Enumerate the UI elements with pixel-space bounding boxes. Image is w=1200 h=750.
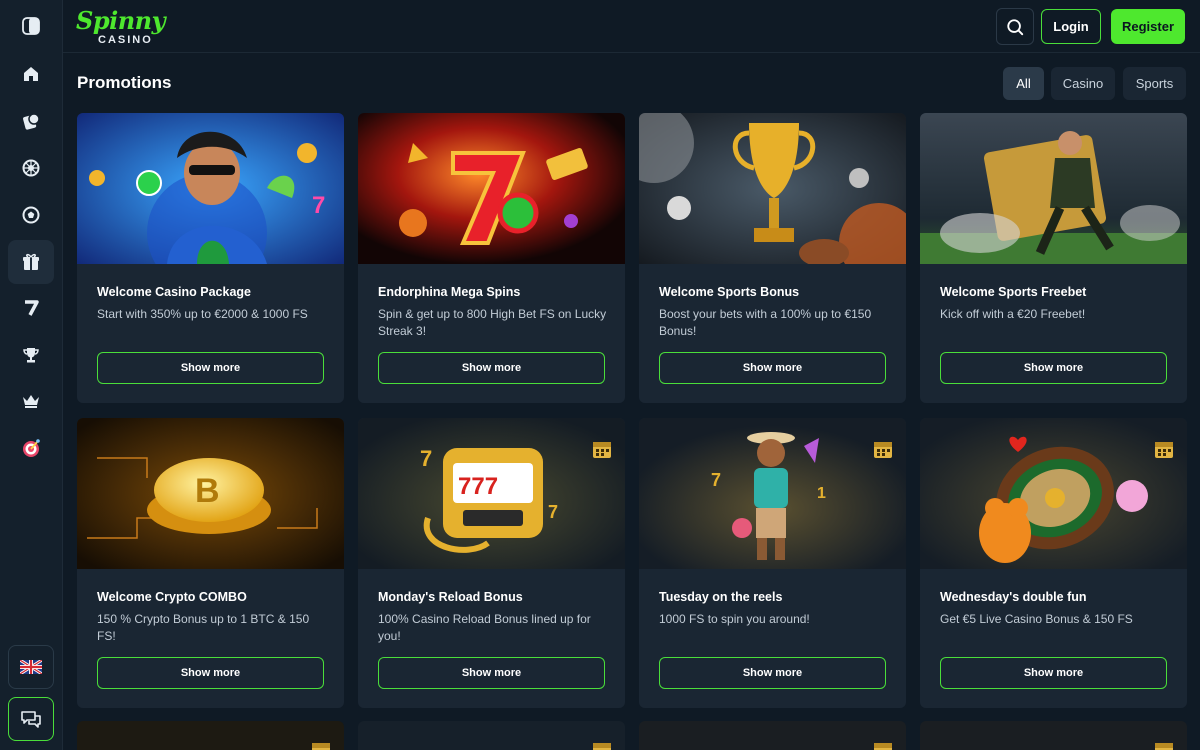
register-button[interactable]: Register bbox=[1111, 9, 1185, 44]
chat-icon[interactable] bbox=[8, 697, 54, 741]
svg-text:777: 777 bbox=[458, 473, 498, 500]
show-more-button[interactable]: Show more bbox=[378, 352, 605, 384]
top-header: Spinny CASINO Login Register bbox=[63, 0, 1200, 53]
promo-card[interactable]: Welcome Sports Freebet Kick off with a €… bbox=[920, 113, 1187, 403]
calendar-icon bbox=[1155, 442, 1173, 458]
show-more-button[interactable]: Show more bbox=[378, 657, 605, 689]
promo-image bbox=[639, 113, 906, 264]
target-icon[interactable] bbox=[8, 426, 54, 470]
promo-image: 7 bbox=[77, 113, 344, 264]
promo-description: Spin & get up to 800 High Bet FS on Luck… bbox=[378, 307, 607, 338]
filter-all[interactable]: All bbox=[1003, 67, 1044, 100]
promo-card[interactable]: Welcome Sports Bonus Boost your bets wit… bbox=[639, 113, 906, 403]
gift-icon[interactable] bbox=[8, 240, 54, 284]
logo[interactable]: Spinny CASINO bbox=[76, 6, 166, 48]
page-title: Promotions bbox=[77, 73, 172, 92]
promo-card[interactable]: 777 7 7 Monday's Reload Bonus 100% Casin… bbox=[358, 418, 625, 708]
logo-brand: Spinny bbox=[76, 6, 166, 35]
promo-card-partial[interactable] bbox=[358, 721, 625, 750]
search-icon bbox=[1007, 18, 1024, 35]
home-icon[interactable] bbox=[8, 52, 54, 96]
crown-icon[interactable] bbox=[8, 379, 54, 423]
svg-text:7: 7 bbox=[548, 502, 558, 522]
promo-description: 100% Casino Reload Bonus lined up for yo… bbox=[378, 612, 591, 643]
promo-description: Kick off with a €20 Freebet! bbox=[940, 307, 1086, 321]
svg-text:7: 7 bbox=[420, 446, 432, 471]
promo-card[interactable]: Endorphina Mega Spins Spin & get up to 8… bbox=[358, 113, 625, 403]
promo-image bbox=[920, 113, 1187, 264]
promo-card[interactable]: Wednesday's double fun Get €5 Live Casin… bbox=[920, 418, 1187, 708]
promo-card-partial[interactable] bbox=[920, 721, 1187, 750]
logo-sub: CASINO bbox=[98, 34, 153, 46]
filter-casino[interactable]: Casino bbox=[1051, 67, 1115, 100]
promo-title: Welcome Sports Bonus bbox=[659, 285, 800, 299]
promo-title: Tuesday on the reels bbox=[659, 590, 783, 604]
search-button[interactable] bbox=[996, 8, 1034, 45]
trophy-icon[interactable] bbox=[8, 333, 54, 377]
promo-card-partial[interactable] bbox=[77, 721, 344, 750]
promo-image bbox=[920, 418, 1187, 569]
calendar-icon bbox=[593, 442, 611, 458]
show-more-button[interactable]: Show more bbox=[659, 352, 886, 384]
promo-description: Get €5 Live Casino Bonus & 150 FS bbox=[940, 612, 1133, 626]
promo-title: Endorphina Mega Spins bbox=[378, 285, 521, 299]
promo-image: 7 1 bbox=[639, 418, 906, 569]
show-more-button[interactable]: Show more bbox=[940, 352, 1167, 384]
casino-chip-icon[interactable] bbox=[8, 99, 54, 143]
promo-description: Boost your bets with a 100% up to €150 B… bbox=[659, 307, 872, 338]
promo-image bbox=[358, 113, 625, 264]
promo-description: 1000 FS to spin you around! bbox=[659, 612, 810, 626]
svg-text:7: 7 bbox=[711, 470, 721, 490]
promo-title: Monday's Reload Bonus bbox=[378, 590, 523, 604]
roulette-icon[interactable] bbox=[8, 146, 54, 190]
promo-card[interactable]: 7 1 Tuesday on the reels 1000 FS to spin… bbox=[639, 418, 906, 708]
promo-description: 150 % Crypto Bonus up to 1 BTC & 150 FS! bbox=[97, 612, 310, 643]
calendar-icon bbox=[874, 442, 892, 458]
calendar-icon bbox=[593, 743, 611, 750]
filter-sports[interactable]: Sports bbox=[1123, 67, 1186, 100]
login-button[interactable]: Login bbox=[1041, 9, 1101, 44]
uk-flag-icon[interactable] bbox=[8, 645, 54, 689]
sidebar-toggle-icon[interactable] bbox=[8, 4, 54, 48]
promo-card-partial[interactable] bbox=[639, 721, 906, 750]
promo-title: Welcome Crypto COMBO bbox=[97, 590, 247, 604]
promo-image: B bbox=[77, 418, 344, 569]
calendar-icon bbox=[1155, 743, 1173, 750]
football-icon[interactable] bbox=[8, 193, 54, 237]
show-more-button[interactable]: Show more bbox=[97, 657, 324, 689]
promo-title: Wednesday's double fun bbox=[940, 590, 1087, 604]
svg-text:7: 7 bbox=[312, 192, 325, 219]
promo-image: 777 7 7 bbox=[358, 418, 625, 569]
promo-title: Welcome Casino Package bbox=[97, 285, 252, 299]
promo-description: Start with 350% up to €2000 & 1000 FS bbox=[97, 307, 308, 321]
show-more-button[interactable]: Show more bbox=[97, 352, 324, 384]
sidebar bbox=[0, 0, 63, 750]
show-more-button[interactable]: Show more bbox=[940, 657, 1167, 689]
calendar-icon bbox=[312, 743, 330, 750]
seven-icon[interactable] bbox=[8, 286, 54, 330]
svg-text:1: 1 bbox=[817, 485, 826, 502]
promo-card[interactable]: B Welcome Crypto COMBO 150 % Crypto Bonu… bbox=[77, 418, 344, 708]
promo-card[interactable]: 7 Welcome Casino Package Start with 350%… bbox=[77, 113, 344, 403]
promo-title: Welcome Sports Freebet bbox=[940, 285, 1087, 299]
calendar-icon bbox=[874, 743, 892, 750]
show-more-button[interactable]: Show more bbox=[659, 657, 886, 689]
svg-text:B: B bbox=[195, 472, 220, 510]
